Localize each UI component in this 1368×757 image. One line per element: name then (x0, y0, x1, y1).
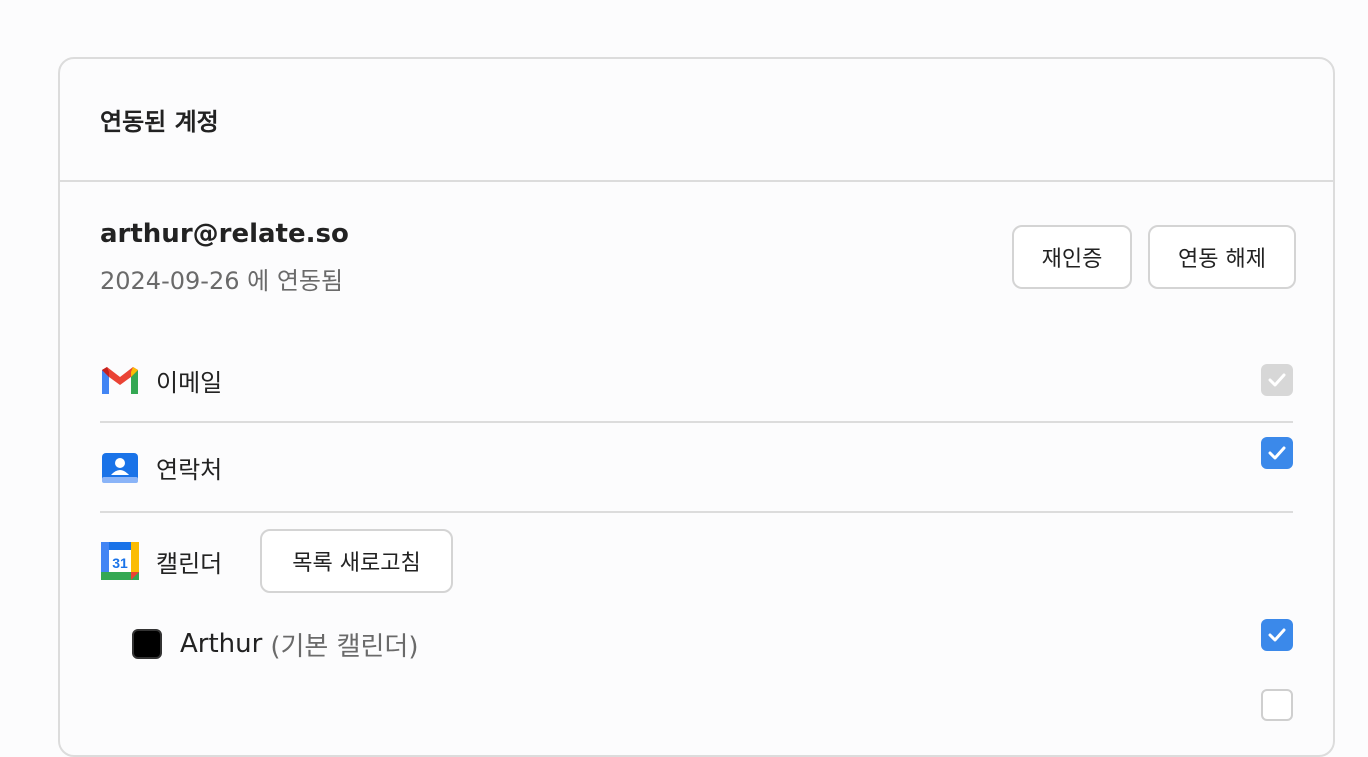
linked-accounts-card: 연동된 계정 arthur@relate.so 2024-09-26 에 연동됨… (58, 57, 1335, 757)
gmail-icon (100, 360, 140, 400)
card-header: 연동된 계정 (60, 59, 1333, 182)
account-row: arthur@relate.so 2024-09-26 에 연동됨 재인증 연동… (100, 219, 1296, 299)
service-label-calendar: 캘린더 (156, 549, 223, 578)
refresh-calendar-list-button[interactable]: 목록 새로고침 (260, 529, 453, 593)
service-row-contacts: 연락처 (100, 423, 1293, 513)
email-checkbox[interactable] (1261, 364, 1293, 396)
calendar-suffix: (기본 캘린더) (270, 631, 419, 662)
calendar-checkbox[interactable] (1261, 689, 1293, 721)
card-title: 연동된 계정 (100, 108, 219, 136)
calendar-checkbox[interactable] (1261, 619, 1293, 651)
google-calendar-icon: 31 (100, 541, 140, 581)
reauth-button[interactable]: 재인증 (1012, 225, 1132, 289)
unlink-button[interactable]: 연동 해제 (1148, 225, 1296, 289)
linked-date: 2024-09-26 에 연동됨 (100, 267, 344, 295)
account-email: arthur@relate.so (100, 219, 349, 249)
contacts-icon (100, 447, 140, 487)
calendar-item: Arthur (기본 캘린더) (132, 619, 1293, 669)
service-row-calendar: 31 캘린더 목록 새로고침 (100, 529, 1293, 593)
service-label-contacts: 연락처 (156, 455, 223, 484)
calendar-name: Arthur (180, 629, 263, 659)
svg-text:31: 31 (112, 555, 128, 571)
calendar-item (132, 677, 1293, 727)
service-row-email: 이메일 (100, 339, 1293, 423)
contacts-checkbox[interactable] (1261, 437, 1293, 469)
service-label-email: 이메일 (156, 368, 223, 397)
calendar-color-swatch (132, 629, 162, 659)
